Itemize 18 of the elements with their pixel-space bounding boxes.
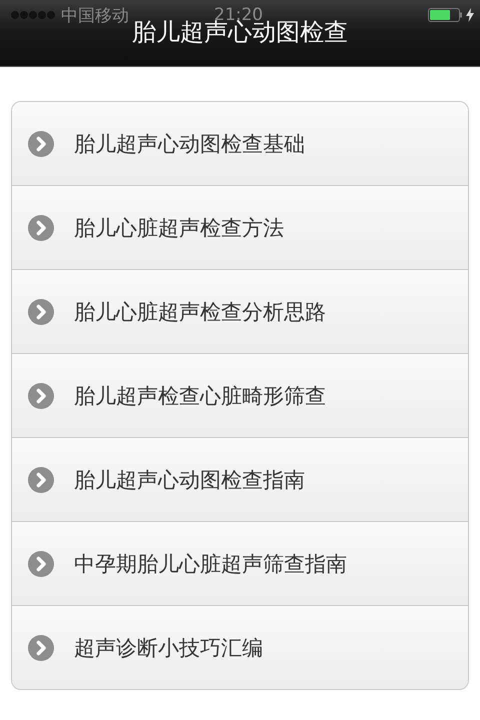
menu-item[interactable]: 超声诊断小技巧汇编 bbox=[12, 605, 468, 689]
chevron-icon bbox=[28, 214, 54, 240]
chevron-icon bbox=[28, 550, 54, 576]
battery-icon bbox=[428, 8, 462, 22]
signal-icon bbox=[10, 10, 56, 20]
chevron-icon bbox=[28, 634, 54, 660]
menu-item[interactable]: 胎儿超声检查心脏畸形筛查 bbox=[12, 353, 468, 437]
chevron-icon bbox=[28, 382, 54, 408]
chevron-icon bbox=[28, 466, 54, 492]
carrier-name: 中国移动 bbox=[61, 4, 129, 26]
chevron-icon bbox=[28, 130, 54, 156]
menu-item[interactable]: 胎儿心脏超声检查分析思路 bbox=[12, 269, 468, 353]
menu-item[interactable]: 胎儿超声心动图检查基础 bbox=[12, 102, 468, 185]
menu-item[interactable]: 胎儿心脏超声检查方法 bbox=[12, 185, 468, 269]
menu-item[interactable]: 中孕期胎儿心脏超声筛查指南 bbox=[12, 521, 468, 605]
chevron-icon bbox=[28, 298, 54, 324]
menu-item[interactable]: 胎儿超声心动图检查指南 bbox=[12, 437, 468, 521]
charging-icon bbox=[466, 8, 474, 22]
